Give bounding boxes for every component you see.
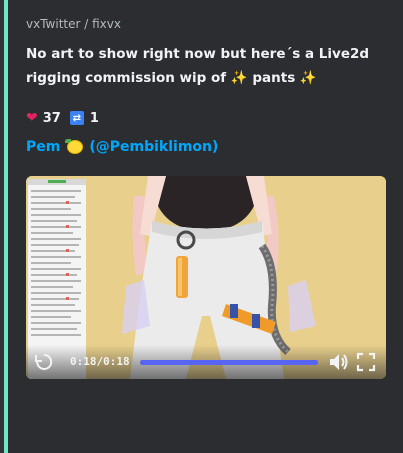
video-progress-fill <box>140 360 318 365</box>
video-controls: 0:18/0:18 <box>26 345 386 379</box>
author-name[interactable]: Pem <box>26 139 60 155</box>
embed-provider[interactable]: vxTwitter / fixvx <box>26 17 121 31</box>
likes-count: 37 <box>42 110 61 126</box>
video-time: 0:18/0:18 <box>70 355 130 368</box>
replay-icon[interactable] <box>34 352 54 372</box>
tweet-text: No art to show right now but here´s a Li… <box>26 46 370 86</box>
tweet-author[interactable]: Pem (@Pembiklimon) <box>26 139 218 155</box>
time-total: 0:18 <box>103 355 130 368</box>
heart-icon: ❤ <box>26 110 38 126</box>
tweet-embed: vxTwitter / fixvx No art to show right n… <box>4 0 403 453</box>
video-progress-bar[interactable] <box>140 360 318 365</box>
author-handle[interactable]: (@Pembiklimon) <box>89 139 218 155</box>
volume-icon[interactable] <box>327 351 349 373</box>
retweet-icon: ⇄ <box>69 111 84 125</box>
video-player[interactable]: 0:18/0:18 <box>26 176 386 379</box>
retweets-count: 1 <box>89 110 99 126</box>
fullscreen-icon[interactable] <box>355 351 377 373</box>
tweet-stats: ❤ 37 ⇄ 1 <box>26 110 99 126</box>
time-current: 0:18 <box>70 355 97 368</box>
lemon-icon <box>65 139 84 154</box>
